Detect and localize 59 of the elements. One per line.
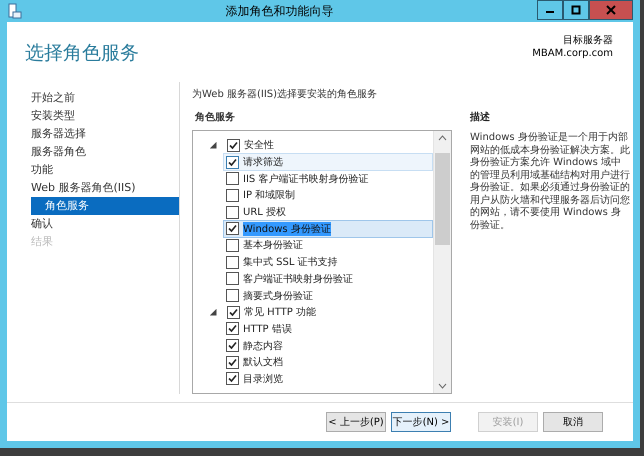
wizard-button[interactable]: 取消: [543, 412, 603, 432]
nav-item[interactable]: 确认: [31, 215, 179, 233]
tree-item[interactable]: 客户端证书映射身份验证: [223, 270, 433, 288]
tree-item[interactable]: 基本身份验证: [223, 236, 433, 254]
tree-item[interactable]: URL 授权: [223, 203, 433, 222]
tree-item[interactable]: 常见 HTTP 功能: [224, 303, 433, 322]
checkbox[interactable]: [226, 256, 239, 269]
minimize-button[interactable]: [537, 0, 563, 20]
description-text: Windows 身份验证是一个用于内部网站的低成本身份验证解决方案。此身份验证方案允许 Windows 域中的管理员利用域基础结构对用户进行身份验证。如果必须通过身份验证的用户从防火墙和代理服务器后访问您的网站，请不要使用 Windows 身份验证。: [470, 132, 630, 232]
tree-item[interactable]: Windows 身份验证: [223, 220, 433, 238]
tree-item[interactable]: 安全性: [224, 136, 433, 154]
scrollbar[interactable]: [433, 131, 451, 393]
nav-item[interactable]: 安装类型: [31, 107, 179, 125]
instruction-text: 为Web 服务器(IIS)选择要安装的角色服务: [192, 88, 378, 101]
window-title: 添加角色和功能向导: [224, 2, 334, 20]
checkbox[interactable]: [226, 222, 239, 236]
checkbox[interactable]: [226, 156, 239, 169]
checkbox[interactable]: [226, 238, 239, 252]
list-heading: 角色服务: [195, 110, 236, 124]
tree-item[interactable]: IP 和域限制: [223, 186, 433, 204]
scroll-thumb[interactable]: [435, 153, 450, 245]
nav-item[interactable]: 角色服务: [31, 197, 179, 215]
wizard-button[interactable]: 下一步(N) >: [391, 412, 451, 432]
nav-item[interactable]: 开始之前: [31, 89, 179, 107]
checkbox[interactable]: [227, 306, 240, 319]
target-server-label: 目标服务器: [563, 34, 613, 47]
page-title: 选择角色服务: [25, 41, 139, 66]
nav-item[interactable]: 服务器选择: [31, 125, 179, 143]
tree-item[interactable]: 静态内容: [223, 336, 433, 355]
close-button[interactable]: [589, 0, 633, 20]
nav-item[interactable]: 服务器角色: [31, 143, 179, 161]
server-icon: [8, 3, 22, 19]
tree-item[interactable]: 摘要式身份验证: [223, 286, 433, 305]
wizard-button[interactable]: < 上一步(P): [326, 412, 386, 432]
maximize-button[interactable]: [563, 0, 589, 20]
checkbox[interactable]: [226, 322, 239, 336]
maximize-icon: [571, 5, 581, 15]
checkbox[interactable]: [226, 339, 239, 352]
checkbox[interactable]: [226, 356, 239, 369]
checkbox[interactable]: [226, 188, 239, 202]
checkbox[interactable]: [227, 138, 240, 152]
checkbox[interactable]: [226, 272, 239, 286]
checkbox[interactable]: [226, 372, 239, 386]
checkbox[interactable]: [226, 206, 239, 219]
close-icon: [606, 5, 616, 15]
expand-arrow-icon[interactable]: [210, 142, 217, 149]
checkbox[interactable]: [226, 172, 239, 186]
tree-item[interactable]: 默认文档: [223, 353, 433, 372]
checkbox[interactable]: [226, 289, 239, 302]
nav-item[interactable]: 功能: [31, 161, 179, 179]
expand-arrow-icon[interactable]: [210, 308, 217, 316]
description-heading: 描述: [470, 110, 491, 124]
tree-item[interactable]: 目录浏览: [223, 370, 433, 388]
tree-item[interactable]: 请求筛选: [223, 153, 433, 172]
tree-item[interactable]: HTTP 错误: [223, 320, 433, 338]
nav-item[interactable]: Web 服务器角色(IIS): [31, 179, 179, 197]
tree-item[interactable]: IIS 客户端证书映射身份验证: [223, 170, 433, 188]
tree-item[interactable]: 集中式 SSL 证书支持: [223, 253, 433, 272]
target-server-name: MBAM.corp.com: [532, 47, 613, 60]
